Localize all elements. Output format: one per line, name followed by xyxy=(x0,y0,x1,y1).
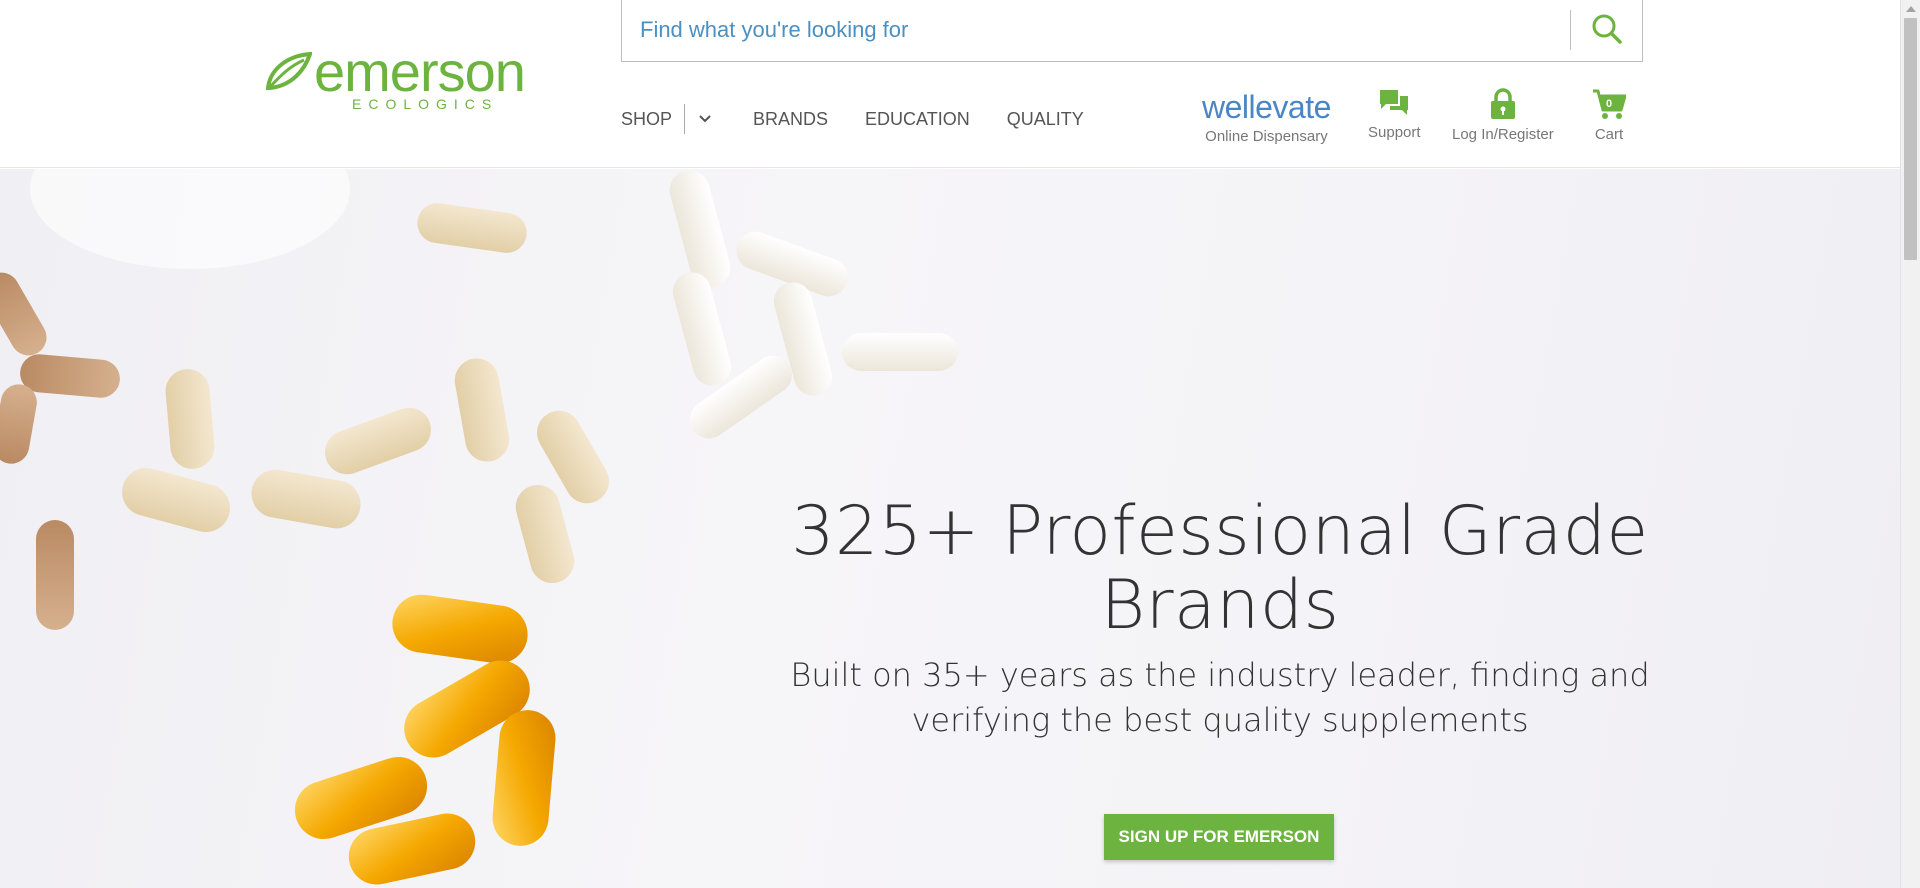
support-link[interactable]: Support xyxy=(1368,88,1421,141)
logo-wordmark: emerson xyxy=(314,40,526,103)
search-icon xyxy=(1592,14,1622,44)
login-link[interactable]: Log In/Register xyxy=(1452,88,1554,143)
search-divider xyxy=(1570,10,1571,50)
hero-banner: 325+ Professional Grade Brands Built on … xyxy=(0,169,1900,888)
lock-icon xyxy=(1490,88,1515,119)
scroll-thumb[interactable] xyxy=(1904,18,1917,260)
cart-link[interactable]: 0 Cart xyxy=(1592,88,1627,143)
login-label: Log In/Register xyxy=(1452,126,1554,143)
cart-icon-wrap: 0 xyxy=(1592,88,1627,120)
page-scrollbar[interactable] xyxy=(1900,0,1920,888)
nav-quality[interactable]: QUALITY xyxy=(1007,104,1084,134)
nav-shop[interactable]: SHOP xyxy=(621,104,672,134)
cart-count-badge: 0 xyxy=(1605,98,1613,110)
nav-education[interactable]: EDUCATION xyxy=(865,104,970,134)
hero-subtitle: Built on 35+ years as the industry leade… xyxy=(790,656,1650,739)
wellevate-logo: wellevate xyxy=(1202,89,1331,125)
hero-title: 325+ Professional Grade Brands xyxy=(791,492,1649,645)
chat-icon xyxy=(1380,90,1409,115)
signup-button[interactable]: SIGN UP FOR EMERSON xyxy=(1104,814,1334,860)
emerson-logo[interactable]: emerson ECOLOGICS xyxy=(264,40,546,114)
search-input[interactable] xyxy=(640,10,1560,50)
logo-tagline: ECOLOGICS xyxy=(352,96,499,112)
page: emerson ECOLOGICS SHOP BRANDS EDUCAT xyxy=(0,0,1920,888)
cart-label: Cart xyxy=(1594,126,1624,143)
nav-separator xyxy=(684,104,686,134)
chevron-down-icon xyxy=(699,115,711,123)
scroll-up-arrow-icon[interactable] xyxy=(1906,6,1916,12)
support-label: Support xyxy=(1368,124,1421,141)
main-nav: SHOP BRANDS EDUCATION QUALITY xyxy=(621,104,1084,134)
wellevate-label: Online Dispensary xyxy=(1205,128,1328,145)
search-bar xyxy=(621,0,1643,62)
nav-brands[interactable]: BRANDS xyxy=(753,104,828,134)
wellevate-link[interactable]: wellevate Online Dispensary xyxy=(1202,90,1331,145)
leaf-icon xyxy=(265,52,312,90)
search-button[interactable] xyxy=(1582,8,1632,50)
shop-dropdown-toggle[interactable] xyxy=(695,104,715,134)
site-header: emerson ECOLOGICS SHOP BRANDS EDUCAT xyxy=(0,0,1900,168)
